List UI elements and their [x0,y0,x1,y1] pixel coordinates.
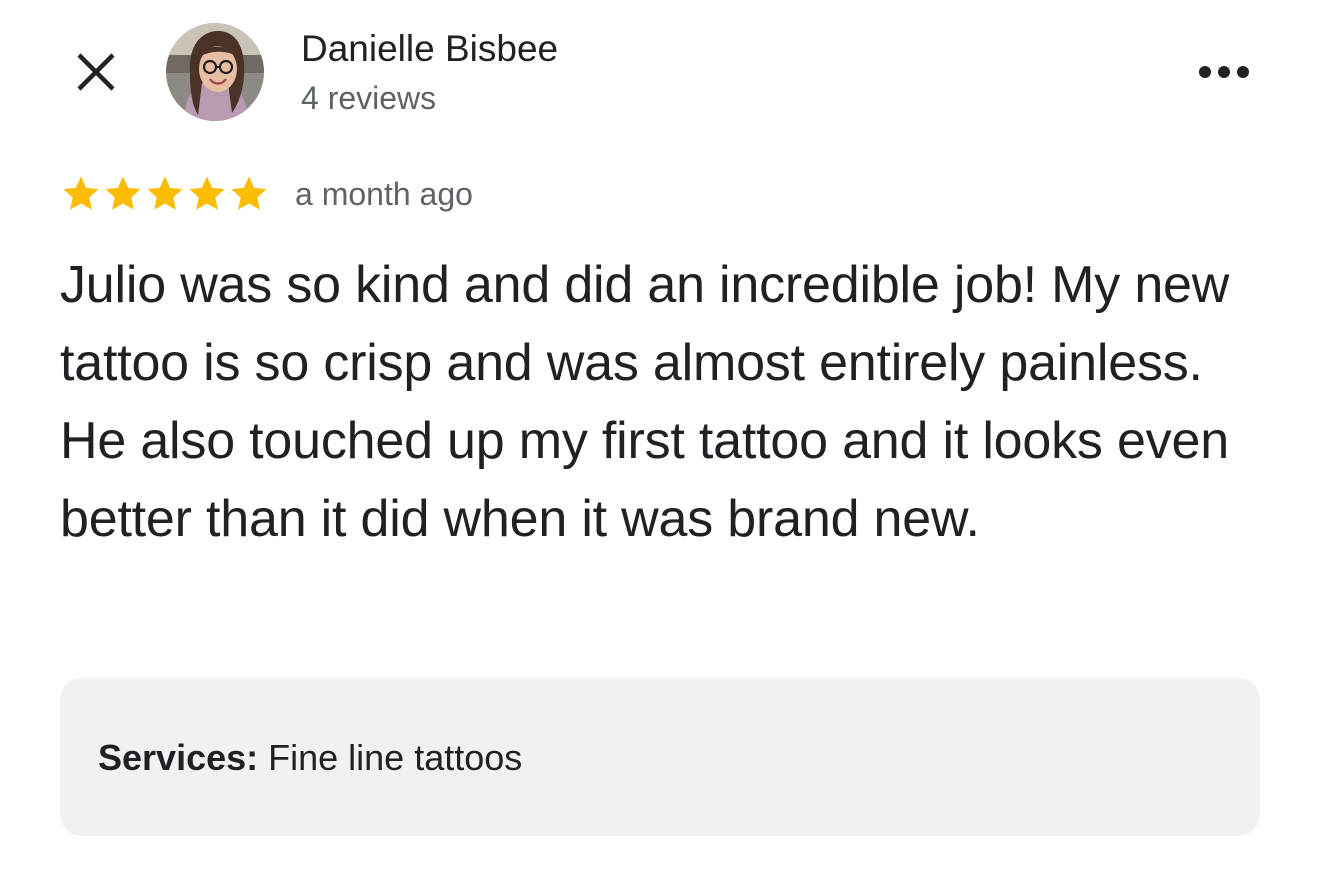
services-value: Fine line tattoos [258,737,523,778]
star-icon [189,176,225,210]
reviewer-name[interactable]: Danielle Bisbee [301,27,558,71]
avatar-photo [166,23,264,121]
reviewer-review-count: 4 reviews [301,80,437,116]
reviewer-avatar[interactable] [166,23,264,121]
services-label: Services: [98,737,259,778]
star-icon [147,176,183,210]
star-icon [63,176,99,210]
review-text: Julio was so kind and did an incredible … [60,256,1230,548]
star-rating [61,172,271,216]
services-line: Services: Fine line tattoos [98,736,522,780]
close-icon [77,53,115,91]
more-horiz-icon [1199,66,1249,78]
close-button[interactable] [64,40,128,104]
review-timestamp: a month ago [295,176,473,212]
more-options-button[interactable] [1190,46,1258,98]
star-icon [231,176,267,210]
services-panel: Services: Fine line tattoos [60,678,1260,836]
star-icon [105,176,141,210]
